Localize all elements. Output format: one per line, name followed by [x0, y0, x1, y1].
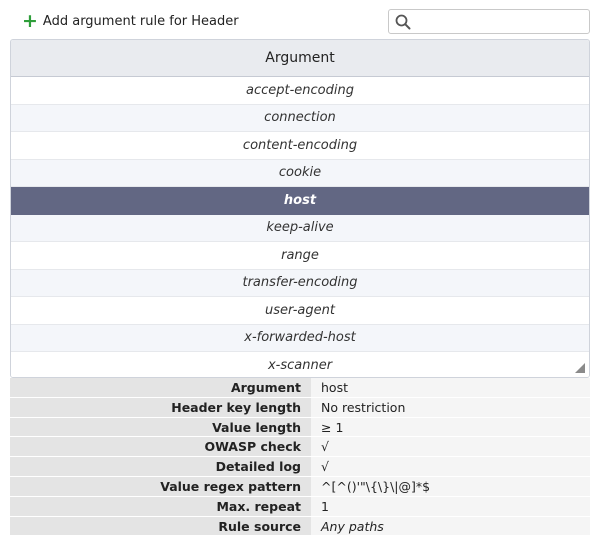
detail-row: Rule source Any paths	[10, 516, 590, 537]
argument-row[interactable]: host	[11, 187, 589, 215]
detail-row: Argument host	[10, 378, 590, 398]
detail-value: Any paths	[311, 516, 590, 536]
argument-row[interactable]: transfer-encoding	[11, 269, 589, 297]
argument-row[interactable]: x-scanner	[11, 352, 589, 377]
detail-value: √	[311, 437, 590, 457]
plus-icon: +	[22, 9, 38, 32]
detail-value: √	[311, 457, 590, 476]
argument-row[interactable]: accept-encoding	[11, 77, 589, 105]
detail-label: Argument	[10, 378, 311, 397]
detail-value: host	[311, 378, 590, 397]
search-box[interactable]	[388, 9, 590, 34]
argument-row[interactable]: user-agent	[11, 297, 589, 325]
detail-label: Rule source	[10, 516, 311, 536]
argument-row[interactable]: x-forwarded-host	[11, 324, 589, 352]
detail-label: Value length	[10, 417, 311, 437]
detail-label: Max. repeat	[10, 496, 311, 516]
argument-row[interactable]: keep-alive	[11, 214, 589, 242]
detail-value: ≥ 1	[311, 417, 590, 437]
add-argument-rule-label: Add argument rule for Header	[42, 13, 239, 29]
argument-column-header[interactable]: Argument	[11, 40, 589, 77]
detail-label: OWASP check	[10, 437, 311, 457]
rule-details: Argument host Header key length No restrict…	[10, 378, 590, 537]
detail-row: OWASP check √	[10, 437, 590, 458]
detail-value: ^[^()'"\{\}\|@]*$	[311, 476, 590, 496]
detail-label: Header key length	[10, 397, 311, 417]
argument-list: accept-encoding connection content-encodin…	[11, 77, 589, 377]
argument-row[interactable]: connection	[11, 104, 589, 132]
detail-label: Detailed log	[10, 457, 311, 476]
toolbar: + Add argument rule for Header	[0, 0, 599, 40]
detail-row: Value regex pattern ^[^()'"\{\}\|@]*$	[10, 476, 590, 497]
detail-row: Value length ≥ 1	[10, 417, 590, 438]
argument-table: Argument accept-encoding connection conten…	[10, 39, 590, 378]
add-argument-rule-button[interactable]: + Add argument rule for Header	[22, 10, 239, 32]
detail-value: 1	[311, 496, 590, 516]
argument-row[interactable]: content-encoding	[11, 132, 589, 160]
detail-row: Detailed log √	[10, 457, 590, 477]
search-input[interactable]	[415, 12, 585, 31]
argument-row[interactable]: range	[11, 242, 589, 270]
search-icon	[395, 14, 411, 30]
detail-value: No restriction	[311, 397, 590, 417]
detail-label: Value regex pattern	[10, 476, 311, 496]
detail-row: Max. repeat 1	[10, 496, 590, 517]
argument-row[interactable]: cookie	[11, 159, 589, 187]
detail-row: Header key length No restriction	[10, 397, 590, 418]
resize-handle-icon[interactable]	[575, 363, 585, 373]
